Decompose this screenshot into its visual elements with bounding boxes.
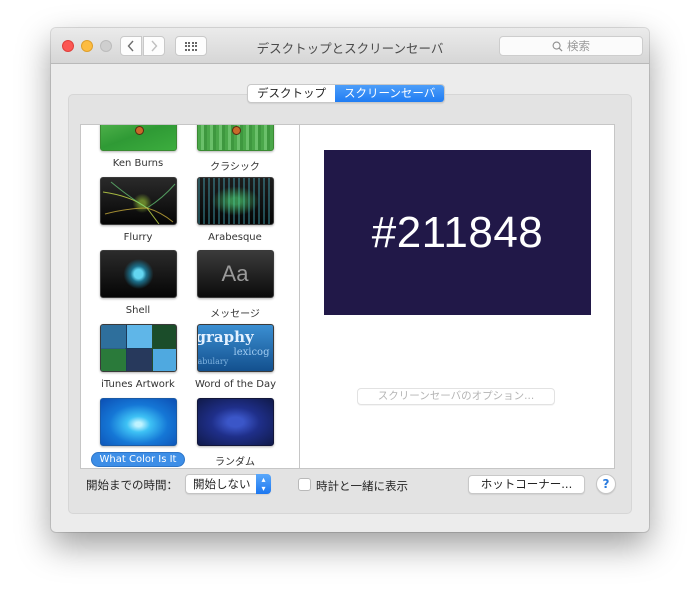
screensaver-label: Flurry (123, 232, 153, 243)
start-after-label: 開始までの時間： (86, 478, 178, 492)
hot-corners-button[interactable]: ホットコーナー... (468, 475, 585, 494)
screensaver-preview: #211848 (324, 150, 591, 315)
screensaver-item[interactable]: iTunes Artwork (90, 324, 186, 391)
preview-pane: #211848 スクリーンセーバのオプション... (299, 124, 615, 469)
screensaver-item[interactable]: Shell (90, 250, 186, 317)
ladybug-icon (231, 126, 241, 135)
flurry-streaks-icon (102, 181, 175, 224)
screensaver-item[interactable]: ランダム (187, 398, 283, 468)
ladybug-icon (134, 126, 144, 135)
message-thumbnail-text: Aa (221, 261, 249, 286)
search-placeholder: 検索 (567, 39, 590, 53)
word-of-the-day-thumbnail: graphy lexicog abulary (196, 324, 274, 372)
titlebar: デスクトップとスクリーンセーバ 検索 (51, 28, 649, 64)
thumbnail-word: abulary (197, 357, 229, 366)
screensaver-label: Word of the Day (195, 379, 277, 390)
screensaver-label: ランダム (215, 457, 255, 468)
start-after-popup[interactable]: 開始しない ▴ ▾ (185, 474, 271, 494)
screensaver-item[interactable]: Ken Burns (90, 125, 186, 170)
updown-chevron-icon: ▴ ▾ (256, 474, 271, 494)
shell-thumbnail (99, 250, 177, 298)
screensaver-item[interactable]: Flurry (90, 177, 186, 244)
thumbnail-word: lexicog (233, 347, 270, 358)
itunes-artwork-thumbnail (99, 324, 177, 372)
screensaver-label: Shell (125, 305, 151, 316)
screensaver-item[interactable]: クラシック (187, 125, 283, 174)
screensaver-list[interactable]: Ken Burns クラシック Flurry Arabesque Shell A… (80, 124, 299, 469)
message-thumbnail: Aa (196, 250, 274, 298)
screensaver-item-selected[interactable]: What Color Is It (90, 398, 186, 467)
tab-desktop[interactable]: デスクトップ (248, 85, 335, 102)
screensaver-item[interactable]: Arabesque (187, 177, 283, 244)
screensaver-label: Arabesque (208, 232, 262, 243)
what-color-is-it-thumbnail (99, 398, 177, 446)
random-thumbnail (196, 398, 274, 446)
show-clock-label[interactable]: 時計と一緒に表示 (316, 478, 408, 494)
start-after-value: 開始しない (193, 477, 251, 491)
classic-thumbnail (196, 125, 274, 151)
show-clock-checkbox[interactable] (298, 478, 311, 491)
tab-screensaver[interactable]: スクリーンセーバ (335, 85, 445, 102)
search-field[interactable]: 検索 (499, 36, 643, 56)
preferences-window: デスクトップとスクリーンセーバ 検索 デスクトップ スクリーンセーバ Ken B… (51, 28, 649, 532)
help-button[interactable]: ? (596, 474, 616, 494)
screensaver-label: iTunes Artwork (101, 379, 175, 390)
screensaver-label: What Color Is It (90, 452, 186, 467)
thumbnail-word: graphy (196, 328, 254, 346)
screensaver-item[interactable]: Aa メッセージ (187, 250, 283, 321)
magnifier-icon (552, 41, 563, 52)
arabesque-thumbnail (196, 177, 274, 225)
tab-control: デスクトップ スクリーンセーバ (247, 84, 446, 103)
ken-burns-thumbnail (99, 125, 177, 151)
screensaver-label: メッセージ (210, 309, 260, 320)
screensaver-label: Ken Burns (112, 158, 164, 169)
screensaver-item[interactable]: graphy lexicog abulary Word of the Day (187, 324, 283, 391)
screensaver-label: クラシック (210, 162, 260, 173)
screensaver-options-button[interactable]: スクリーンセーバのオプション... (357, 388, 555, 405)
flurry-thumbnail (99, 177, 177, 225)
